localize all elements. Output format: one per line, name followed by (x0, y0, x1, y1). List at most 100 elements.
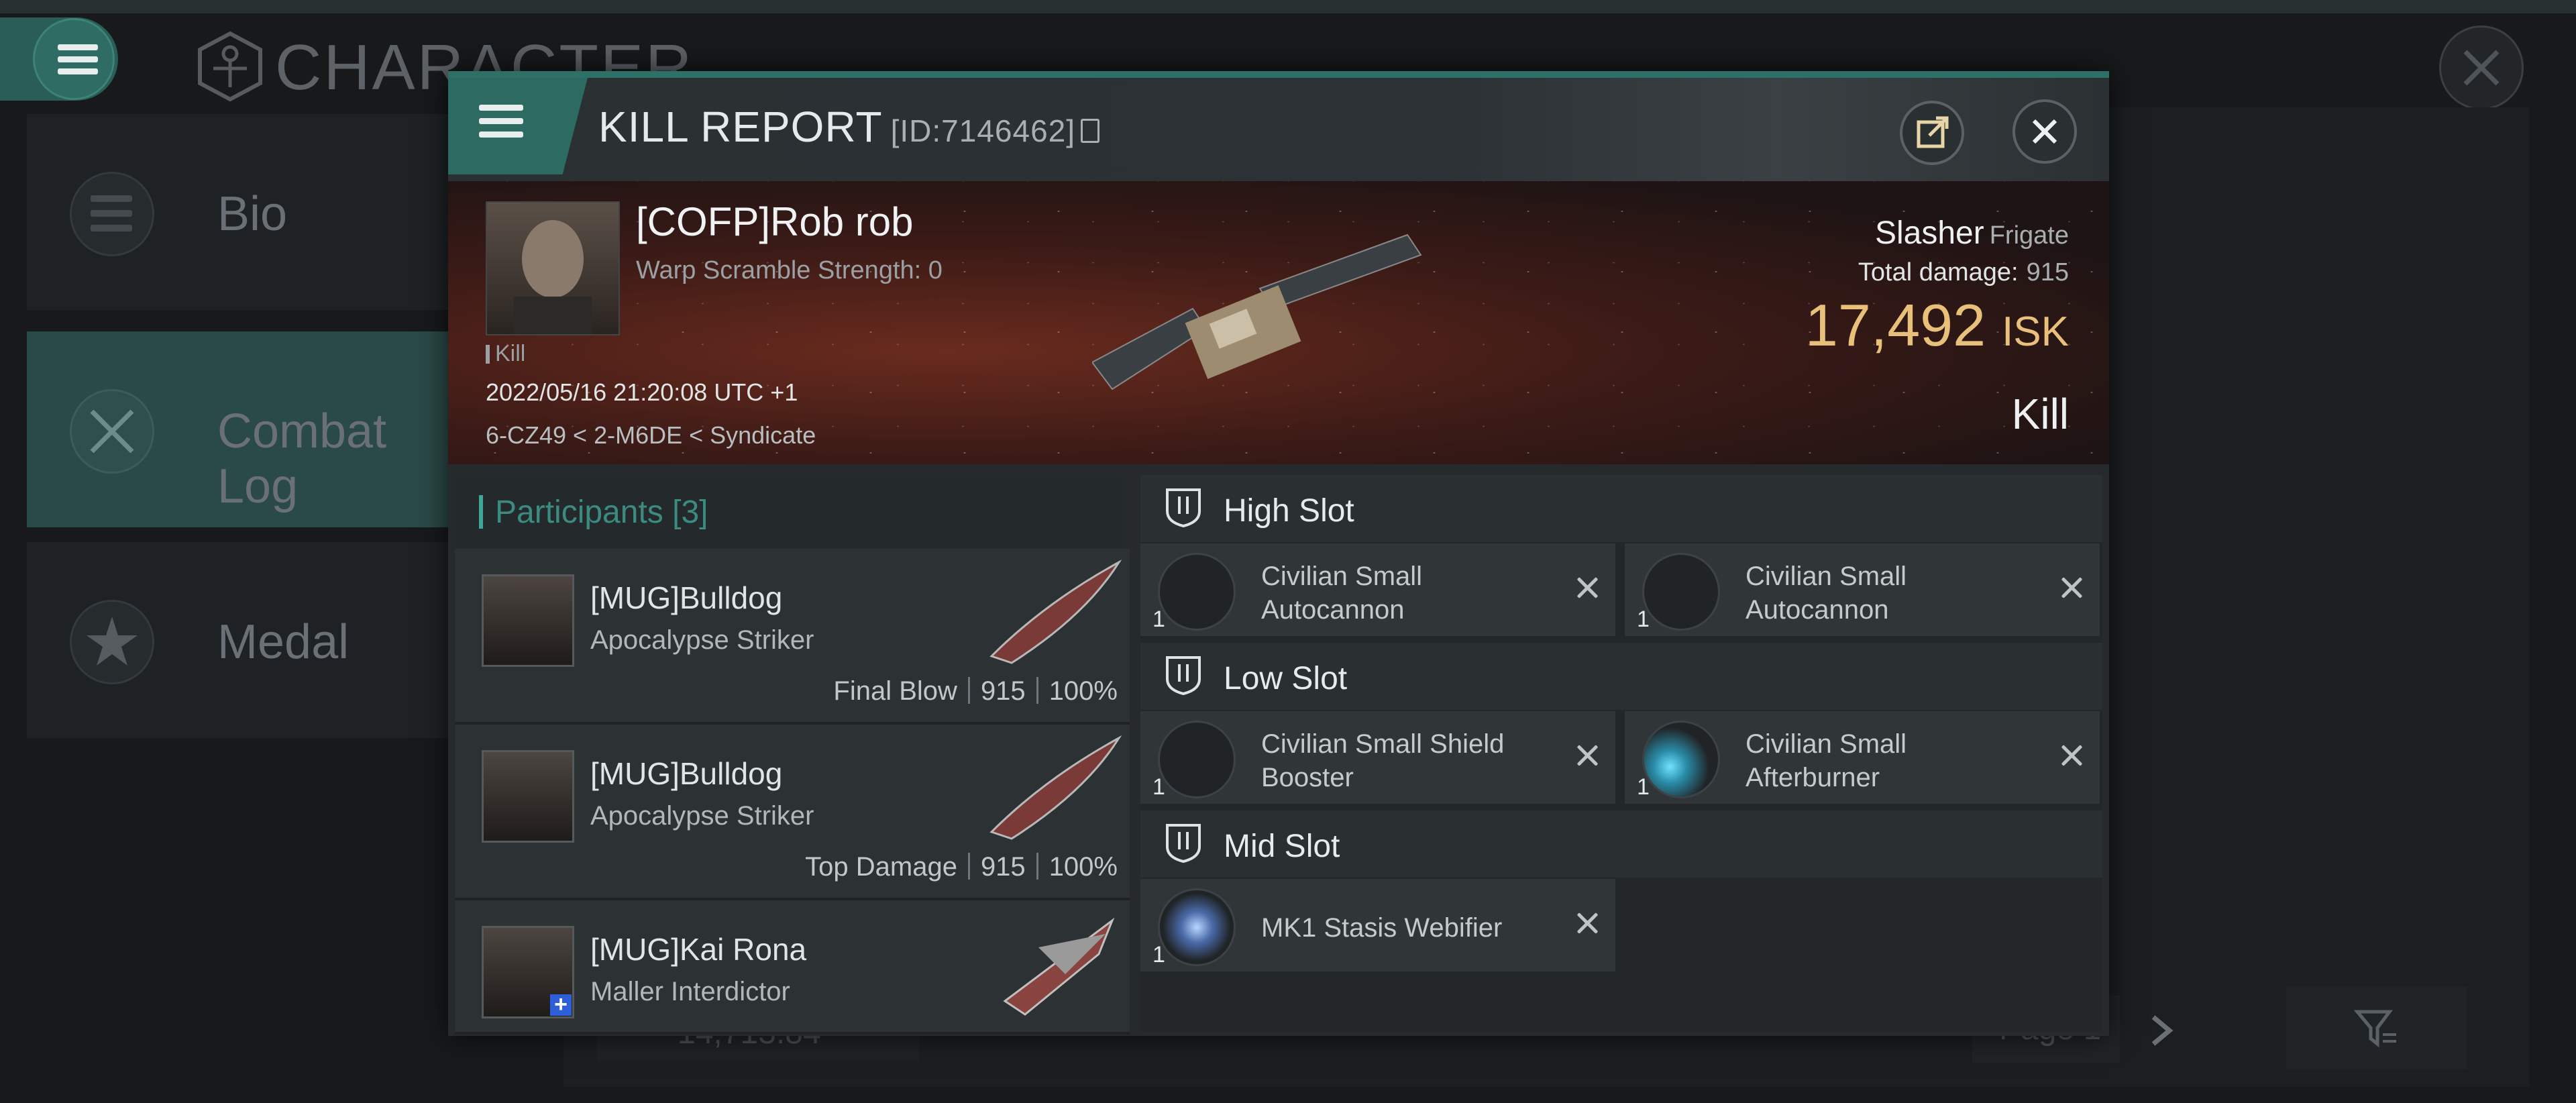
stasis-webifier-icon (1158, 888, 1236, 966)
module-item[interactable]: 1 Civilian Small Shield Booster (1140, 711, 1615, 804)
external-link-icon (1917, 116, 1949, 148)
slot-shield-icon (1166, 656, 1201, 696)
participant-avatar[interactable] (482, 574, 574, 667)
victim-summary: [COFP]Rob rob Warp Scramble Strength: 0 … (448, 181, 2109, 464)
victim-ship-class: Frigate (1989, 221, 2069, 250)
sidebar-item-medal[interactable]: Medal (27, 542, 456, 738)
participant-ship-image (989, 559, 1122, 664)
destroyed-icon (1572, 908, 1602, 938)
isk-value: 17,492 (1805, 292, 1986, 358)
kill-result: Kill (2011, 390, 2069, 438)
slot-label: High Slot (1224, 493, 1354, 529)
dialog-menu-button[interactable] (448, 78, 588, 174)
close-icon (2463, 50, 2500, 86)
participant-role: Top Damage (805, 852, 957, 882)
module-name: Civilian Small Autocannon (1746, 562, 1907, 625)
module-name: MK1 Stasis Webifier (1261, 913, 1503, 943)
slot-shield-icon (1166, 488, 1201, 528)
destroyed-icon (1572, 741, 1602, 770)
module-quantity: 1 (1152, 607, 1165, 632)
sidebar-item-bio[interactable]: Bio (27, 114, 456, 310)
participant-damage: 915 (980, 676, 1026, 706)
kill-location: 6-CZ49 < 2-M6DE < Syndicate (486, 421, 816, 449)
screen-close-button[interactable] (2439, 25, 2524, 110)
participants-header: Participants [3] (455, 475, 1126, 547)
list-icon (70, 172, 154, 256)
victim-ship-name: Slasher (1874, 215, 1984, 251)
participant-ship-image (1003, 917, 1115, 1016)
copy-icon[interactable] (1081, 119, 1100, 143)
dialog-close-button[interactable] (2012, 99, 2077, 164)
kill-report-dialog: KILL REPORT [ID:7146462] [COFP]Rob rob Wa (448, 71, 2109, 1036)
character-icon (198, 31, 262, 102)
module-name: Civilian Small Afterburner (1746, 729, 1907, 792)
sidebar-item-label: Medal (217, 615, 350, 669)
fitting-panel: High Slot 1 Civilian Small Autocannon 1 … (1140, 475, 2102, 1032)
module-quantity: 1 (1152, 774, 1165, 800)
kill-tag: Kill (486, 341, 525, 367)
hamburger-icon (58, 44, 98, 74)
total-damage-value: 915 (2026, 258, 2069, 286)
shield-booster-icon (1158, 721, 1236, 798)
sidebar-item-label: Bio (217, 187, 288, 241)
afterburner-icon (1642, 721, 1720, 798)
victim-name: [COFP]Rob rob (636, 199, 914, 244)
next-page-icon[interactable] (2145, 1010, 2179, 1051)
share-button[interactable] (1900, 101, 1964, 165)
participant-ship: Apocalypse Striker (590, 625, 814, 655)
participant-stats: Top Damage 915 100% (805, 852, 1118, 882)
participant-row[interactable]: + [MUG]Kai Rona Maller Interdictor (455, 900, 1130, 1035)
participant-name: [MUG]Bulldog (590, 756, 783, 791)
module-quantity: 1 (1637, 607, 1650, 632)
participants-list: [MUG]Bulldog Apocalypse Striker Final Bl… (455, 549, 1130, 1035)
participants-count: [3] (672, 494, 708, 530)
participant-row[interactable]: [MUG]Bulldog Apocalypse Striker Final Bl… (455, 549, 1130, 725)
low-slot-header: Low Slot (1140, 643, 2102, 710)
module-quantity: 1 (1152, 942, 1165, 967)
participant-ship: Maller Interdictor (590, 977, 790, 1006)
module-name: Civilian Small Shield Booster (1261, 729, 1505, 792)
plus-icon: + (550, 993, 572, 1016)
victim-ship-image (1092, 233, 1422, 390)
slot-shield-icon (1166, 824, 1201, 863)
filter-icon (2353, 1010, 2396, 1048)
autocannon-icon (1158, 553, 1236, 631)
module-item[interactable]: 1 MK1 Stasis Webifier (1140, 879, 1615, 971)
slot-label: Mid Slot (1224, 829, 1340, 864)
hamburger-icon (479, 105, 523, 138)
main-menu-button[interactable] (0, 17, 118, 101)
sidebar-item-combat-log[interactable]: Combat Log (27, 331, 456, 527)
close-icon (2032, 119, 2057, 144)
kill-datetime: 2022/05/16 21:20:08 UTC +1 (486, 378, 798, 406)
module-item[interactable]: 1 Civilian Small Autocannon (1140, 543, 1615, 636)
autocannon-icon (1642, 553, 1720, 631)
participants-label: Participants (495, 494, 663, 530)
sidebar-item-label: Combat Log (217, 405, 387, 513)
participant-role: Final Blow (833, 676, 957, 706)
filter-button[interactable] (2286, 986, 2467, 1069)
participant-name: [MUG]Bulldog (590, 580, 783, 615)
high-slot-header: High Slot (1140, 475, 2102, 542)
module-item[interactable]: 1 Civilian Small Autocannon (1625, 543, 2100, 636)
star-badge-icon (70, 600, 154, 684)
participant-row[interactable]: [MUG]Bulldog Apocalypse Striker Top Dama… (455, 725, 1130, 900)
kill-id: [ID:7146462] (890, 113, 1076, 148)
participant-percent: 100% (1049, 676, 1118, 706)
destroyed-icon (1572, 573, 1602, 602)
module-name: Civilian Small Autocannon (1261, 562, 1423, 625)
participant-ship-image (989, 735, 1122, 840)
participant-percent: 100% (1049, 852, 1118, 882)
dialog-header: KILL REPORT [ID:7146462] (448, 78, 2109, 181)
participant-damage: 915 (980, 852, 1026, 882)
slot-label: Low Slot (1224, 661, 1348, 696)
victim-avatar[interactable] (486, 201, 620, 335)
module-quantity: 1 (1637, 774, 1650, 800)
module-item[interactable]: 1 Civilian Small Afterburner (1625, 711, 2100, 804)
top-bar (0, 0, 2576, 13)
mid-slot-header: Mid Slot (1140, 810, 2102, 878)
participant-name: [MUG]Kai Rona (590, 932, 807, 967)
participant-avatar[interactable] (482, 750, 574, 843)
destroyed-icon (2057, 741, 2086, 770)
dialog-title: KILL REPORT [ID:7146462] (598, 102, 1100, 152)
kill-report-title: KILL REPORT (598, 103, 883, 151)
